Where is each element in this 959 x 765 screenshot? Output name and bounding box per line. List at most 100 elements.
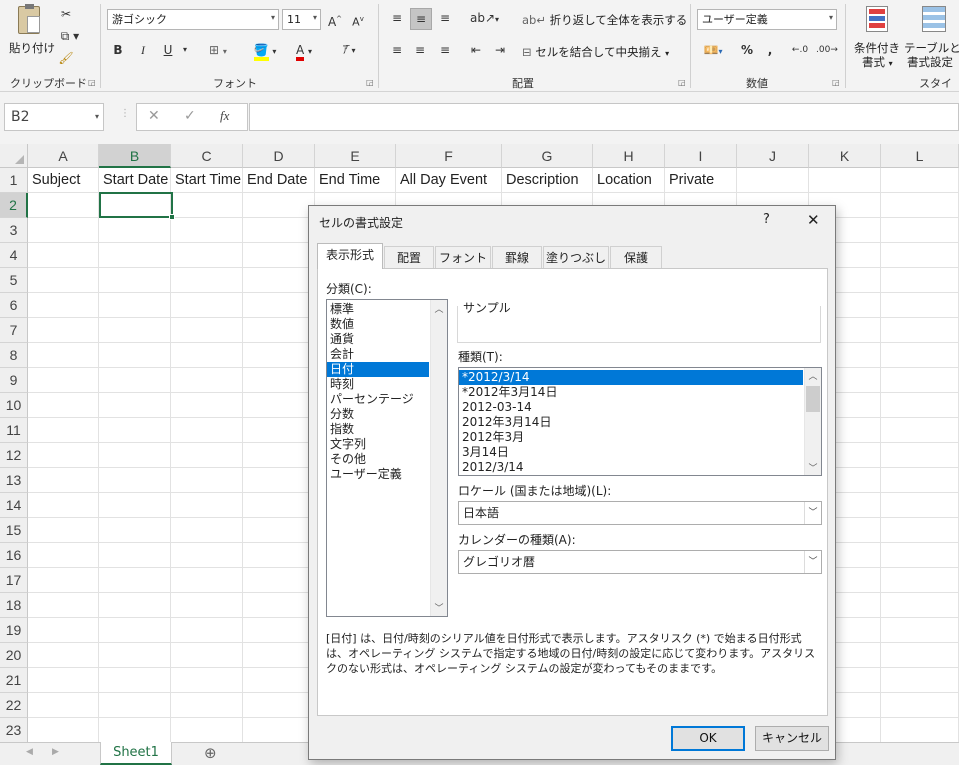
row-header-13[interactable]: 13	[0, 468, 28, 493]
row-header-23[interactable]: 23	[0, 718, 28, 743]
type-item[interactable]: 2012-03-14	[459, 400, 803, 415]
category-item[interactable]: 数値	[327, 317, 429, 332]
type-item[interactable]: *2012/3/14	[459, 370, 803, 385]
percent-button[interactable]: %	[739, 40, 755, 62]
help-button[interactable]: ?	[763, 212, 770, 227]
format-painter-icon[interactable]: 🖌	[58, 48, 74, 70]
align-bottom-icon[interactable]: ≡	[435, 8, 455, 30]
column-header-G[interactable]: G	[502, 144, 593, 168]
underline-dropdown-icon[interactable]: ▾	[180, 40, 190, 62]
scroll-up-icon[interactable]: ︿	[431, 302, 447, 315]
ok-button[interactable]: OK	[671, 726, 745, 751]
scroll-down-icon[interactable]: ﹀	[431, 601, 447, 614]
row-header-12[interactable]: 12	[0, 443, 28, 468]
tab-alignment[interactable]: 配置	[384, 246, 434, 268]
cell-C1[interactable]: Start Time	[171, 168, 241, 192]
conditional-format-button[interactable]: 条件付き 書式 ▾	[852, 4, 902, 70]
align-left-icon[interactable]: ≡	[387, 40, 407, 62]
name-box-dropdown-icon[interactable]: ▾	[95, 104, 99, 130]
row-header-3[interactable]: 3	[0, 218, 28, 243]
row-header-21[interactable]: 21	[0, 668, 28, 693]
grow-font-icon[interactable]: A^	[327, 9, 343, 31]
category-item[interactable]: パーセンテージ	[327, 392, 429, 407]
row-header-7[interactable]: 7	[0, 318, 28, 343]
category-item[interactable]: 日付	[327, 362, 429, 377]
column-header-F[interactable]: F	[396, 144, 502, 168]
bold-button[interactable]: B	[110, 40, 126, 62]
locale-select[interactable]: 日本語 ﹀	[458, 501, 822, 525]
insert-function-icon[interactable]: fx	[220, 108, 229, 124]
row-header-14[interactable]: 14	[0, 493, 28, 518]
increase-decimal-icon[interactable]: ←.0	[790, 40, 810, 62]
category-item[interactable]: 会計	[327, 347, 429, 362]
type-scroll-up-icon[interactable]: ︿	[805, 369, 821, 382]
cell-B1[interactable]: Start Date	[99, 168, 168, 192]
select-all-corner[interactable]	[0, 144, 28, 168]
number-format-select[interactable]: ユーザー定義 ▾	[697, 9, 837, 30]
row-header-11[interactable]: 11	[0, 418, 28, 443]
close-icon[interactable]: ✕	[807, 211, 820, 229]
underline-button[interactable]: U	[160, 40, 176, 62]
row-header-18[interactable]: 18	[0, 593, 28, 618]
calendar-select[interactable]: グレゴリオ暦 ﹀	[458, 550, 822, 574]
row-header-9[interactable]: 9	[0, 368, 28, 393]
cancel-entry-icon[interactable]: ✕	[148, 108, 160, 124]
row-header-20[interactable]: 20	[0, 643, 28, 668]
name-box[interactable]: B2 ▾	[4, 103, 104, 131]
category-item[interactable]: 標準	[327, 302, 429, 317]
paste-button[interactable]: 貼り付け	[6, 4, 55, 68]
wrap-text-button[interactable]: ab↵ 折り返して全体を表示する	[522, 12, 687, 28]
add-sheet-icon[interactable]: ⊕	[204, 744, 217, 762]
row-header-8[interactable]: 8	[0, 343, 28, 368]
column-header-I[interactable]: I	[665, 144, 737, 168]
selected-cell-B2[interactable]	[99, 192, 175, 220]
cell-D1[interactable]: End Date	[243, 168, 307, 192]
type-item[interactable]: 2012/3/14	[459, 460, 803, 475]
italic-button[interactable]: I	[135, 40, 151, 62]
column-header-J[interactable]: J	[737, 144, 809, 168]
row-header-17[interactable]: 17	[0, 568, 28, 593]
category-item[interactable]: ユーザー定義	[327, 467, 429, 482]
column-header-K[interactable]: K	[809, 144, 881, 168]
row-header-1[interactable]: 1	[0, 168, 28, 193]
row-header-5[interactable]: 5	[0, 268, 28, 293]
category-item[interactable]: その他	[327, 452, 429, 467]
category-item[interactable]: 文字列	[327, 437, 429, 452]
cell-E1[interactable]: End Time	[315, 168, 380, 192]
row-header-6[interactable]: 6	[0, 293, 28, 318]
tab-number[interactable]: 表示形式	[317, 243, 383, 269]
borders-icon[interactable]: ⊞ ▾	[203, 40, 233, 62]
copy-icon[interactable]: ⧉ ▾	[58, 26, 82, 48]
type-scroll-thumb[interactable]	[806, 386, 820, 412]
confirm-entry-icon[interactable]: ✓	[184, 108, 196, 124]
font-size-select[interactable]: 11 ▾	[282, 9, 321, 30]
formula-input[interactable]	[249, 103, 959, 131]
sheet-tab-sheet1[interactable]: Sheet1	[100, 742, 172, 765]
row-header-15[interactable]: 15	[0, 518, 28, 543]
cancel-button[interactable]: キャンセル	[755, 726, 829, 751]
scroll-prev-sheet-icon[interactable]: ◀	[26, 747, 33, 757]
currency-icon[interactable]: 💴▾	[699, 40, 727, 62]
row-header-19[interactable]: 19	[0, 618, 28, 643]
merge-center-button[interactable]: ⊟ セルを結合して中央揃え ▾	[522, 44, 669, 60]
category-item[interactable]: 通貨	[327, 332, 429, 347]
align-right-icon[interactable]: ≡	[435, 40, 455, 62]
tab-fill[interactable]: 塗りつぶし	[543, 246, 609, 268]
column-header-B[interactable]: B	[99, 144, 171, 168]
font-family-select[interactable]: 游ゴシック ▾	[107, 9, 279, 30]
comma-button[interactable]: ,	[763, 40, 777, 62]
row-header-16[interactable]: 16	[0, 543, 28, 568]
type-item[interactable]: *2012年3月14日	[459, 385, 803, 400]
cell-I1[interactable]: Private	[665, 168, 714, 192]
format-as-table-button[interactable]: テーブルとし 書式設定	[904, 4, 959, 70]
column-header-D[interactable]: D	[243, 144, 315, 168]
column-header-A[interactable]: A	[28, 144, 99, 168]
cell-F1[interactable]: All Day Event	[396, 168, 487, 192]
font-color-icon[interactable]: A ▾	[289, 40, 319, 62]
clipboard-launcher-icon[interactable]: ◲	[88, 78, 96, 87]
scroll-next-sheet-icon[interactable]: ▶	[52, 747, 59, 757]
type-item[interactable]: 2012年3月14日	[459, 415, 803, 430]
increase-indent-icon[interactable]: ⇥	[490, 40, 510, 62]
category-item[interactable]: 分数	[327, 407, 429, 422]
category-list[interactable]: 標準 数値 通貨 会計 日付 時刻 パーセンテージ 分数 指数 文字列 その他 ユーザー定義 ︿ ﹀	[326, 299, 448, 617]
